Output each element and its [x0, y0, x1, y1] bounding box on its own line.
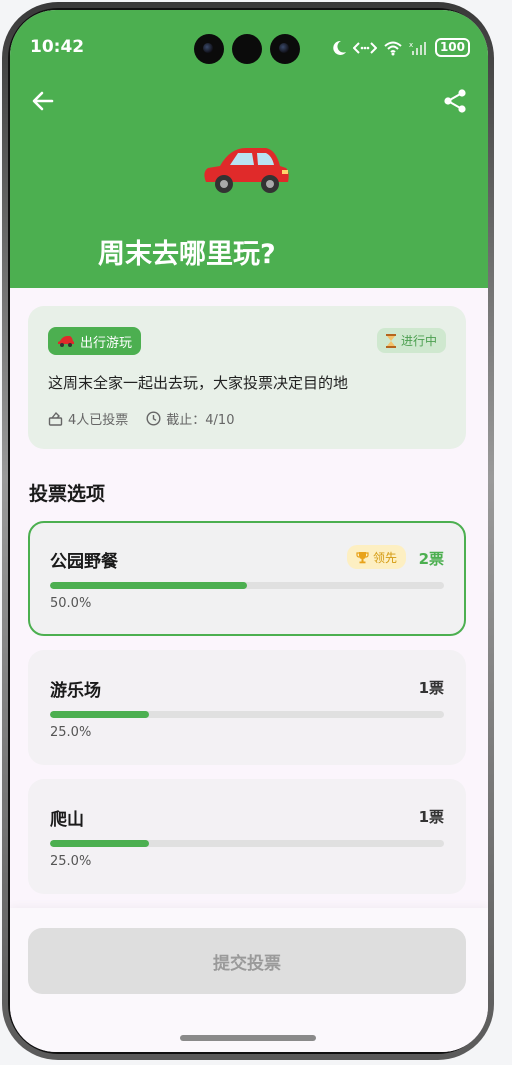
camera-sensor-icon: [232, 34, 262, 64]
vote-progress-fill: [50, 582, 247, 589]
status-badge: 进行中: [376, 328, 446, 353]
option-percent: 25.0%: [50, 854, 92, 869]
deadline-meta: 截止：4/10: [146, 409, 234, 428]
trophy-icon: [356, 551, 369, 563]
wifi-icon: [384, 41, 402, 55]
camera-lens-icon: [270, 34, 300, 64]
option-name: 公园野餐: [50, 552, 118, 572]
poll-meta: 4人已投票 截止：4/10: [48, 409, 234, 428]
status-icons: x 100: [331, 38, 470, 57]
page-title: 周末去哪里玩?: [98, 239, 276, 270]
svg-text:x: x: [409, 41, 413, 49]
camera-cutout: [194, 34, 300, 64]
vote-progress-bar: [50, 840, 444, 847]
voters-meta: 4人已投票: [48, 409, 128, 428]
screen: 10:42 x 100 周末去哪里玩? 出行游玩 进行中 这周末全家一起出去玩，…: [10, 10, 488, 1052]
moon-icon: [333, 40, 346, 55]
back-arrow-icon[interactable]: [30, 88, 56, 114]
voters-count: 4人已投票: [68, 413, 129, 428]
section-title: 投票选项: [29, 483, 106, 505]
option-votes: 1票: [418, 808, 444, 826]
home-indicator[interactable]: [180, 1035, 316, 1041]
category-label: 出行游玩: [80, 335, 133, 351]
option-card-park-picnic[interactable]: 公园野餐 领先 2票 50.0%: [28, 521, 466, 636]
deadline-text: 截止：4/10: [166, 413, 235, 428]
option-percent: 50.0%: [50, 596, 92, 611]
clock-icon: [146, 411, 161, 426]
vote-progress-bar: [50, 582, 444, 589]
battery-indicator: 100: [434, 38, 470, 57]
status-time: 10:42: [30, 37, 85, 57]
leading-badge-label: 领先: [372, 550, 397, 565]
category-chip: 出行游玩: [48, 327, 142, 355]
leading-badge: 领先: [346, 545, 406, 569]
option-card-amusement-park[interactable]: 游乐场 1票 25.0%: [28, 650, 466, 765]
submit-vote-button[interactable]: 提交投票: [28, 928, 466, 994]
bottom-action-bar: 提交投票: [10, 908, 488, 1052]
option-votes: 2票: [418, 550, 444, 568]
share-icon[interactable]: [442, 88, 468, 114]
car-icon: [58, 336, 74, 347]
ballot-box-icon: [48, 411, 63, 426]
camera-lens-icon: [194, 34, 224, 64]
info-card: 出行游玩 进行中 这周末全家一起出去玩，大家投票决定目的地 4人已投票 截止：4…: [28, 306, 466, 449]
option-name: 爬山: [50, 810, 84, 830]
status-label: 进行中: [400, 334, 437, 348]
option-name: 游乐场: [50, 681, 101, 701]
vote-progress-fill: [50, 711, 149, 718]
vote-progress-bar: [50, 711, 444, 718]
data-transfer-icon: [352, 41, 377, 54]
header: 10:42 x 100 周末去哪里玩?: [10, 10, 488, 288]
option-card-hiking[interactable]: 爬山 1票 25.0%: [28, 779, 466, 894]
option-percent: 25.0%: [50, 725, 92, 740]
vote-progress-fill: [50, 840, 149, 847]
poll-description: 这周末全家一起出去玩，大家投票决定目的地: [48, 374, 349, 392]
signal-icon: x: [409, 41, 426, 55]
option-votes: 1票: [418, 679, 444, 697]
car-icon: [204, 148, 289, 193]
hourglass-icon: [385, 333, 396, 348]
